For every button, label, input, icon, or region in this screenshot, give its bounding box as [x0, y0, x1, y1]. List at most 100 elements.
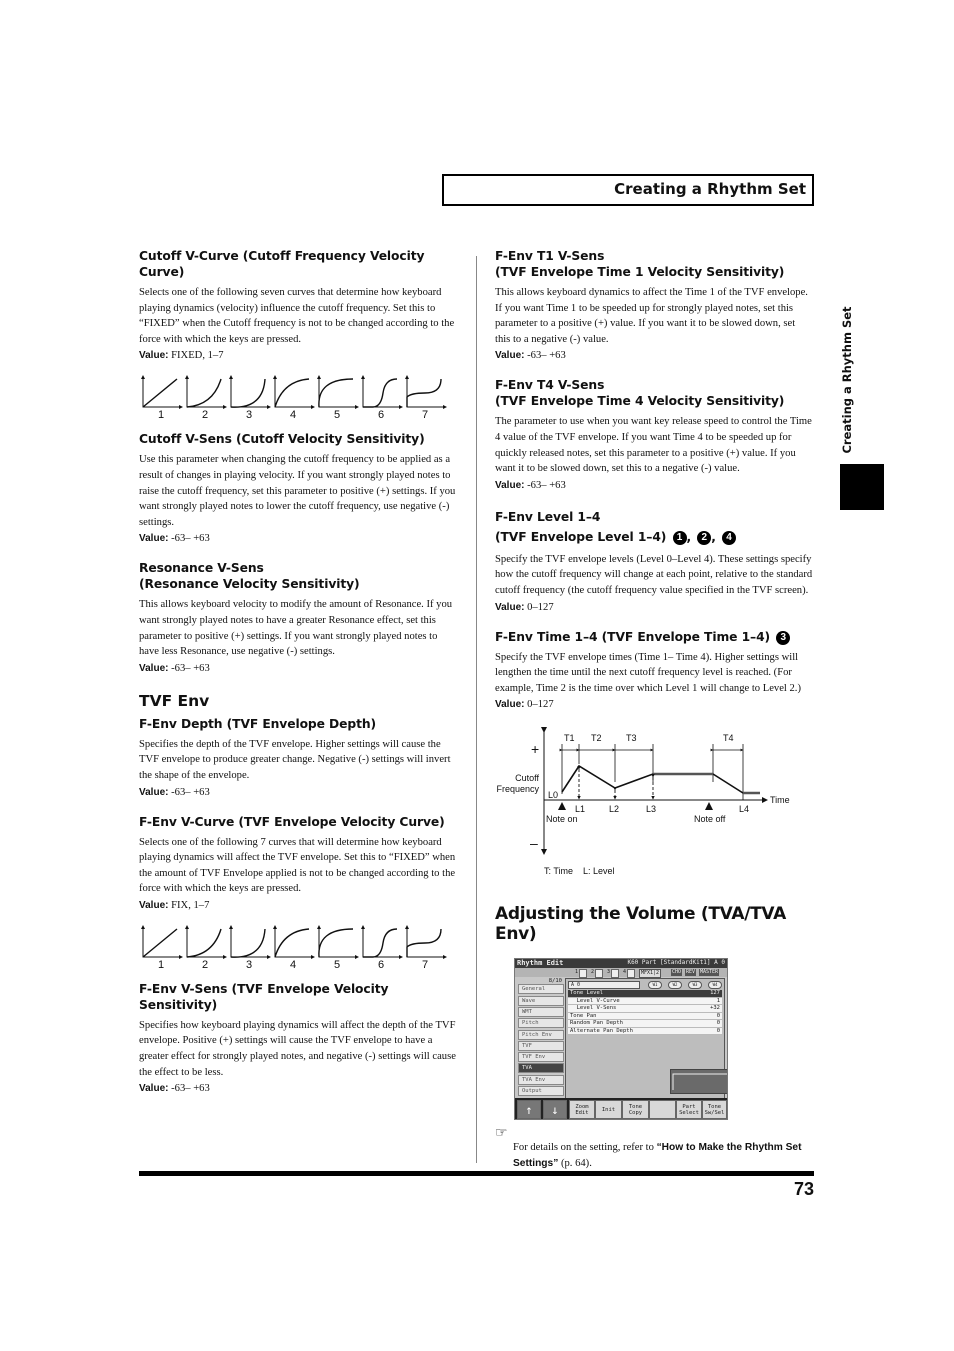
axis-arrow [273, 924, 277, 929]
right-column: F-Env T1 V-Sens (TVF Envelope Time 1 Velo… [495, 248, 813, 1172]
heading-f-env-v-curve: F-Env V-Curve (TVF Envelope Velocity Cur… [139, 814, 445, 829]
tone-sw-sel-button[interactable]: Tone Sw/Sel [702, 1100, 727, 1120]
param-value: 0 [716, 1027, 720, 1034]
init-button[interactable]: Init [595, 1100, 622, 1120]
tone-copy-button[interactable]: Tone Copy [622, 1100, 649, 1120]
tone-switch-1[interactable] [579, 969, 587, 979]
tvf-env-title: TVF Env [139, 691, 210, 710]
nav-item-active[interactable]: TVA [518, 1063, 564, 1074]
note-off-label: Note off [694, 814, 726, 824]
cursor-up-button[interactable]: ↑ [517, 1100, 541, 1120]
wmt-pill[interactable]: W2 [668, 981, 682, 990]
param-name: Tone Pan [570, 1012, 597, 1019]
y-label-line2: Frequency [496, 784, 539, 794]
param-value: +32 [710, 1005, 720, 1012]
curve-line [318, 378, 354, 408]
param-row[interactable]: Tone Pan 0 [568, 1012, 722, 1021]
curve-graph-icon [229, 924, 271, 959]
cho-button[interactable]: CHO [671, 969, 683, 977]
axis-arrow [229, 924, 233, 929]
tone-switch-2[interactable] [595, 969, 603, 979]
value-line: Value: 0–127 [495, 697, 813, 712]
nav-item[interactable]: TVF [518, 1040, 564, 1051]
tone-tab-2[interactable]: 2 [591, 969, 594, 976]
tone-switch-4[interactable] [627, 969, 635, 979]
param-row[interactable]: Tone Level 127 [568, 990, 722, 998]
y-label-line1: Cutoff [515, 773, 539, 783]
master-button[interactable]: MASTER [699, 969, 720, 977]
param-row[interactable]: Random Pan Depth 0 [568, 1020, 722, 1028]
value-text: 0–127 [527, 601, 554, 613]
heading-line-1: Resonance V-Sens [139, 561, 264, 576]
curve-number: 3 [245, 958, 253, 971]
reference-text: For details on the setting, refer to “Ho… [513, 1140, 813, 1172]
body-text: Specifies how keyboard playing dynamics … [139, 1019, 456, 1078]
nav-item[interactable]: TVF Env [518, 1052, 564, 1063]
curve-graph-icon [185, 375, 227, 410]
curve-line [406, 379, 442, 408]
body-text: Use this parameter when changing the cut… [139, 454, 456, 528]
page-number: 73 [793, 1179, 814, 1199]
time-label-t2: T2 [591, 733, 602, 743]
nav-item[interactable]: WMT [518, 1006, 564, 1017]
wmt-pill[interactable]: W4 [708, 981, 722, 990]
wmt-pill[interactable]: W3 [688, 981, 702, 990]
value-label: Value: [495, 699, 525, 711]
curve-axes [406, 926, 445, 958]
wmt-pill[interactable]: W1 [648, 981, 662, 990]
cursor-down-button[interactable]: ↓ [543, 1100, 567, 1120]
section-resonance-v-sens: Resonance V-Sens (Resonance Velocity Sens… [139, 560, 459, 675]
axis-arrow [317, 924, 321, 929]
nav-item[interactable]: Pitch Env [518, 1029, 564, 1040]
section-f-env-t4-v-sens: F-Env T4 V-Sens (TVF Envelope Time 4 Velo… [495, 377, 813, 492]
value-line: Value: 0–127 [495, 600, 813, 615]
side-tab-marker [840, 464, 884, 510]
param-row[interactable]: Alternate Pan Depth 0 [568, 1027, 722, 1036]
param-row[interactable]: Level V-Sens +32 [568, 1005, 722, 1013]
value-text: -63– +63 [527, 479, 566, 491]
value-text: FIX, 1–7 [171, 899, 210, 911]
value-text: 0–127 [527, 699, 554, 711]
tone-switch-3[interactable] [611, 969, 619, 979]
key-select[interactable]: A 0 [568, 981, 640, 990]
nav-item[interactable]: Output [518, 1085, 564, 1096]
heading-f-env-t4-v-sens: F-Env T4 V-Sens (TVF Envelope Time 4 Velo… [495, 377, 813, 409]
tone-tab-3[interactable]: 3 [607, 969, 610, 976]
part-select-button[interactable]: Part Select [676, 1100, 702, 1120]
curve-number: 1 [157, 409, 165, 422]
param-row[interactable]: Level V-Curve 1 [568, 997, 722, 1006]
tone-tab-4[interactable]: 4 [623, 969, 626, 976]
value-line: Value: FIX, 1–7 [139, 898, 459, 913]
heading-resonance-v-sens: Resonance V-Sens (Resonance Velocity Sens… [139, 560, 459, 592]
nav-item[interactable]: Pitch [518, 1018, 564, 1029]
blank-function-button[interactable] [649, 1100, 676, 1120]
nav-item[interactable]: Wave [518, 995, 564, 1006]
value-text: -63– +63 [171, 786, 210, 798]
curve-axes [362, 926, 401, 958]
tone-tab-1[interactable]: 1 [575, 969, 578, 976]
parameter-panel: A 0 W1 W2 W3 W4 Tone Level 127 Level V-Cu… [565, 978, 727, 1100]
mfx-button[interactable]: MFX1|2 [639, 969, 662, 979]
curve-line [142, 928, 178, 958]
rev-button[interactable]: REV [685, 969, 697, 977]
curve-number: 2 [201, 958, 209, 971]
curve-graph-icon [273, 924, 315, 959]
value-line: Value: -63– +63 [139, 661, 459, 676]
reference-prefix: For details on the setting, refer to [513, 1142, 657, 1154]
value-label: Value: [139, 786, 169, 798]
marker-badge: 1 [672, 530, 687, 545]
axis-arrow [273, 375, 277, 380]
column-divider [476, 256, 477, 1163]
value-line: Value: -63– +63 [139, 531, 459, 546]
heading-cutoff-v-sens: Cutoff V-Sens (Cutoff Velocity Sensitivi… [139, 432, 425, 447]
zoom-edit-button[interactable]: Zoom Edit [569, 1100, 595, 1120]
nav-item[interactable]: TVA Env [518, 1074, 564, 1085]
section-f-env-depth: F-Env Depth (TVF Envelope Depth) Specifi… [139, 716, 459, 800]
velocity-curve-5: 5 [315, 375, 359, 421]
axis-arrow [141, 924, 145, 929]
function-button-bar: ↑ ↓ Zoom Edit Init Tone Copy Part Select… [515, 1098, 727, 1120]
section-f-env-level: F-Env Level 1–4 (TVF Envelope Level 1–4) … [495, 507, 813, 615]
curve-number: 7 [421, 958, 429, 971]
nav-item[interactable]: General [518, 984, 564, 995]
value-text: -63– +63 [171, 662, 210, 674]
